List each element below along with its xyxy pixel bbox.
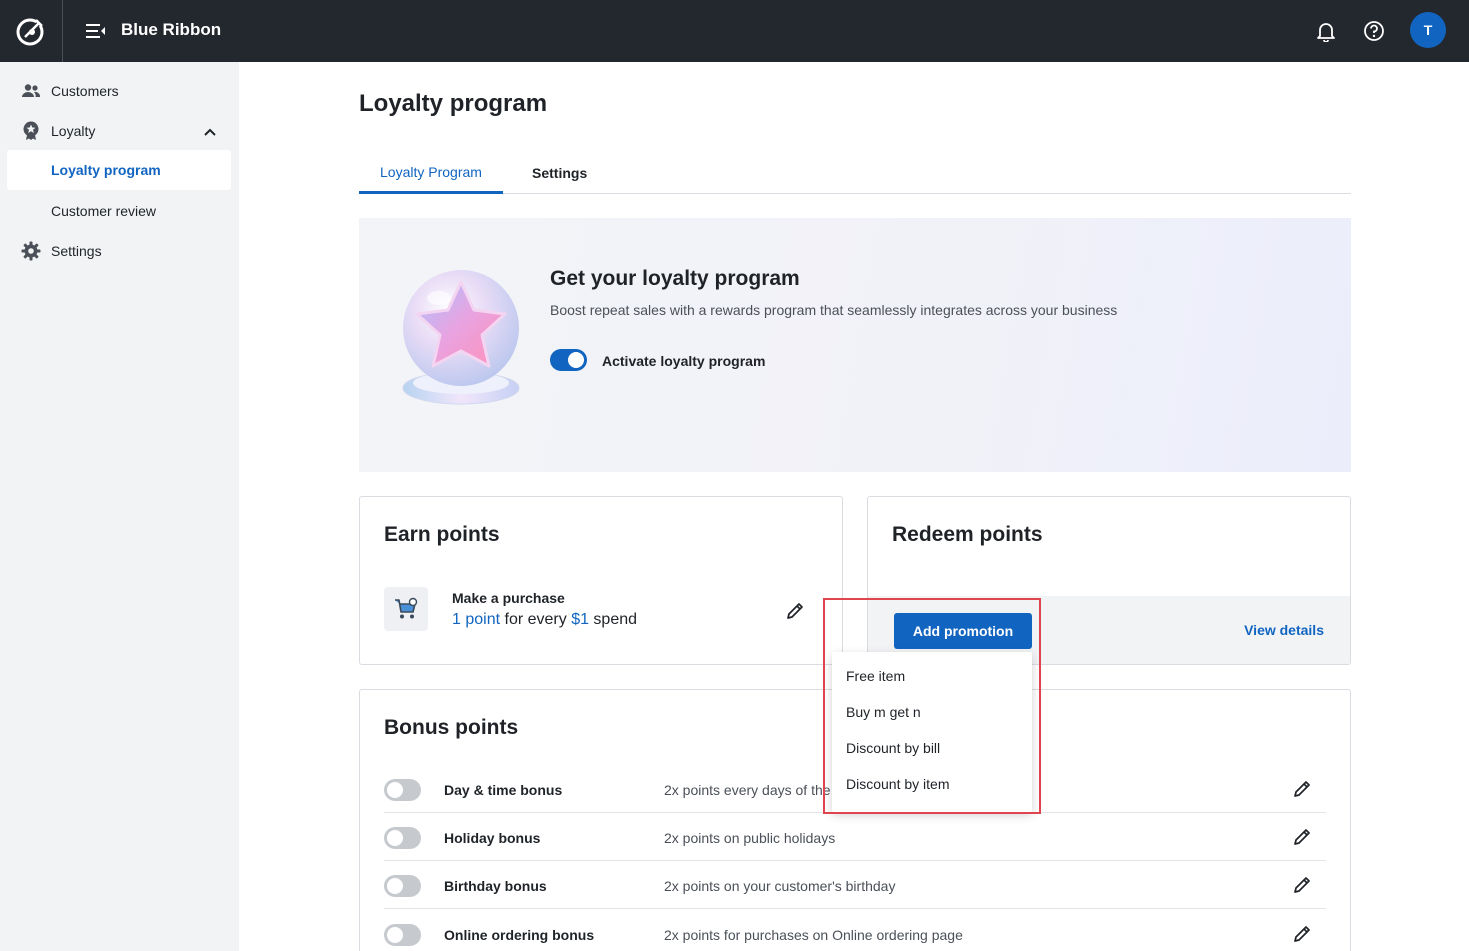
loyalty-badge-icon — [21, 121, 41, 140]
user-avatar[interactable]: T — [1410, 12, 1446, 48]
edit-earn-rule-pencil-icon[interactable] — [783, 599, 807, 623]
bonus-row-online-ordering: Online ordering bonus 2x points for purc… — [384, 910, 1326, 951]
bonus-name: Holiday bonus — [444, 830, 541, 846]
add-promotion-button[interactable]: Add promotion — [894, 613, 1032, 649]
menu-item-free-item[interactable]: Free item — [832, 658, 1032, 694]
top-bar: Blue Ribbon T — [0, 0, 1469, 62]
earn-rule-amount: $1 — [571, 611, 589, 628]
earn-points-title: Earn points — [384, 523, 500, 546]
bonus-toggle[interactable] — [384, 924, 421, 946]
sidebar-item-customer-review[interactable]: Customer review — [7, 192, 231, 230]
earn-rule-end: spend — [588, 611, 638, 628]
bonus-name: Birthday bonus — [444, 878, 547, 894]
bonus-row-birthday: Birthday bonus 2x points on your custome… — [384, 861, 1326, 909]
hero-banner: Get your loyalty program Boost repeat sa… — [359, 218, 1351, 472]
app-logo-icon[interactable] — [0, 0, 63, 62]
bonus-points-title: Bonus points — [384, 716, 519, 739]
bonus-description: 2x points on public holidays — [664, 830, 836, 846]
sidebar-item-settings[interactable]: Settings — [7, 232, 231, 270]
bonus-name: Day & time bonus — [444, 782, 563, 798]
sidebar: Customers Loyalty Loyalty program Custom… — [0, 62, 239, 951]
bell-icon[interactable] — [1312, 17, 1340, 45]
edit-pencil-icon[interactable] — [1290, 825, 1314, 849]
bonus-row-holiday: Holiday bonus 2x points on public holida… — [384, 813, 1326, 861]
sidebar-item-label: Settings — [51, 243, 102, 259]
earn-rule-mid: for every — [500, 611, 572, 628]
tab-loyalty-program[interactable]: Loyalty Program — [359, 152, 503, 194]
promotion-type-menu: Free item Buy m get n Discount by bill D… — [832, 652, 1032, 812]
redeem-points-card: Redeem points Add promotion View details — [867, 496, 1351, 665]
sidebar-item-label: Customer review — [51, 203, 157, 219]
star-trophy-illustration — [402, 270, 520, 405]
sidebar-item-label: Loyalty — [51, 123, 96, 139]
sidebar-item-label: Loyalty program — [51, 162, 161, 178]
tab-settings[interactable]: Settings — [511, 152, 608, 194]
hero-description: Boost repeat sales with a rewards progra… — [550, 302, 1118, 318]
sidebar-item-loyalty[interactable]: Loyalty — [7, 112, 231, 150]
brand-name: Blue Ribbon — [121, 20, 222, 39]
bonus-toggle[interactable] — [384, 875, 421, 897]
bonus-toggle[interactable] — [384, 827, 421, 849]
edit-pencil-icon[interactable] — [1290, 777, 1314, 801]
earn-rule-title: Make a purchase — [452, 590, 565, 606]
sidebar-item-label: Customers — [51, 83, 119, 99]
view-details-link[interactable]: View details — [1244, 622, 1324, 638]
edit-pencil-icon[interactable] — [1290, 873, 1314, 897]
earn-rule-points: 1 point — [452, 611, 501, 628]
menu-item-discount-by-bill[interactable]: Discount by bill — [832, 730, 1032, 766]
bonus-description: 2x points on your customer's birthday — [664, 878, 896, 894]
customers-icon — [21, 82, 41, 100]
help-icon[interactable] — [1360, 17, 1388, 45]
activate-loyalty-label: Activate loyalty program — [602, 353, 766, 369]
gear-icon — [21, 241, 41, 261]
sidebar-item-customers[interactable]: Customers — [7, 72, 231, 110]
redeem-points-title: Redeem points — [892, 523, 1043, 546]
shopping-cart-icon — [384, 587, 428, 631]
bonus-description: 2x points for purchases on Online orderi… — [664, 927, 963, 943]
activate-loyalty-toggle[interactable] — [550, 349, 587, 371]
menu-collapse-icon[interactable] — [84, 19, 108, 43]
edit-pencil-icon[interactable] — [1290, 922, 1314, 946]
bonus-name: Online ordering bonus — [444, 927, 595, 943]
bonus-toggle[interactable] — [384, 779, 421, 801]
menu-item-discount-by-item[interactable]: Discount by item — [832, 766, 1032, 802]
sidebar-item-loyalty-program[interactable]: Loyalty program — [7, 150, 231, 190]
page-title: Loyalty program — [359, 90, 548, 117]
menu-item-buy-m-get-n[interactable]: Buy m get n — [832, 694, 1032, 730]
tab-bar: Loyalty Program Settings — [359, 152, 1351, 194]
chevron-up-icon[interactable] — [203, 124, 217, 140]
hero-title: Get your loyalty program — [550, 267, 800, 290]
earn-rule-description: 1 point for every $1 spend — [452, 611, 637, 629]
earn-points-card: Earn points Make a purchase 1 point for … — [359, 496, 843, 665]
